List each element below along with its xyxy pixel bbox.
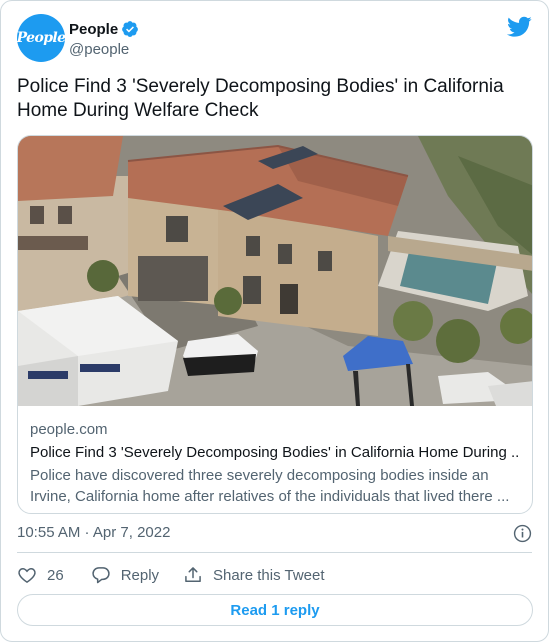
tweet-actions: 26 Reply Share this Tweet bbox=[17, 563, 325, 587]
timestamp-row: 10:55 AM · Apr 7, 2022 bbox=[17, 522, 532, 544]
reply-label: Reply bbox=[120, 566, 160, 584]
author-name-row[interactable]: People bbox=[69, 19, 139, 39]
link-title: Police Find 3 'Severely Decomposing Bodi… bbox=[30, 444, 520, 461]
reply-button[interactable]: Reply bbox=[91, 565, 159, 585]
link-preview-image[interactable] bbox=[18, 136, 533, 406]
link-domain: people.com bbox=[30, 421, 108, 438]
info-icon[interactable] bbox=[513, 524, 532, 543]
share-button[interactable]: Share this Tweet bbox=[183, 565, 325, 585]
author-handle[interactable]: @people bbox=[69, 41, 139, 58]
divider bbox=[17, 552, 532, 553]
verified-badge-icon bbox=[122, 21, 139, 37]
tweet-text: Police Find 3 'Severely Decomposing Bodi… bbox=[17, 76, 504, 121]
twitter-bird-icon[interactable] bbox=[507, 16, 532, 38]
heart-icon bbox=[18, 567, 36, 583]
avatar[interactable]: People bbox=[16, 14, 66, 62]
link-description: Police have discovered three severely de… bbox=[30, 467, 510, 505]
author-display-name: People bbox=[69, 20, 119, 38]
tweet-header: People People @people bbox=[17, 14, 532, 64]
share-icon bbox=[185, 567, 201, 582]
read-replies-button[interactable]: Read 1 reply bbox=[17, 594, 533, 626]
link-preview-card[interactable]: people.com Police Find 3 'Severely Decom… bbox=[17, 135, 533, 514]
like-button[interactable]: 26 bbox=[17, 565, 64, 585]
link-preview-meta: people.com Police Find 3 'Severely Decom… bbox=[30, 420, 520, 507]
author-info: People @people bbox=[69, 19, 139, 58]
like-count: 26 bbox=[47, 566, 64, 584]
avatar-logo-text: People bbox=[16, 30, 66, 46]
tweet-timestamp[interactable]: 10:55 AM · Apr 7, 2022 bbox=[17, 524, 170, 541]
reply-bubble-icon bbox=[92, 567, 110, 584]
share-label: Share this Tweet bbox=[213, 566, 325, 584]
tweet-embed-card: People People @people Police Find 3 'Sev… bbox=[0, 0, 549, 642]
